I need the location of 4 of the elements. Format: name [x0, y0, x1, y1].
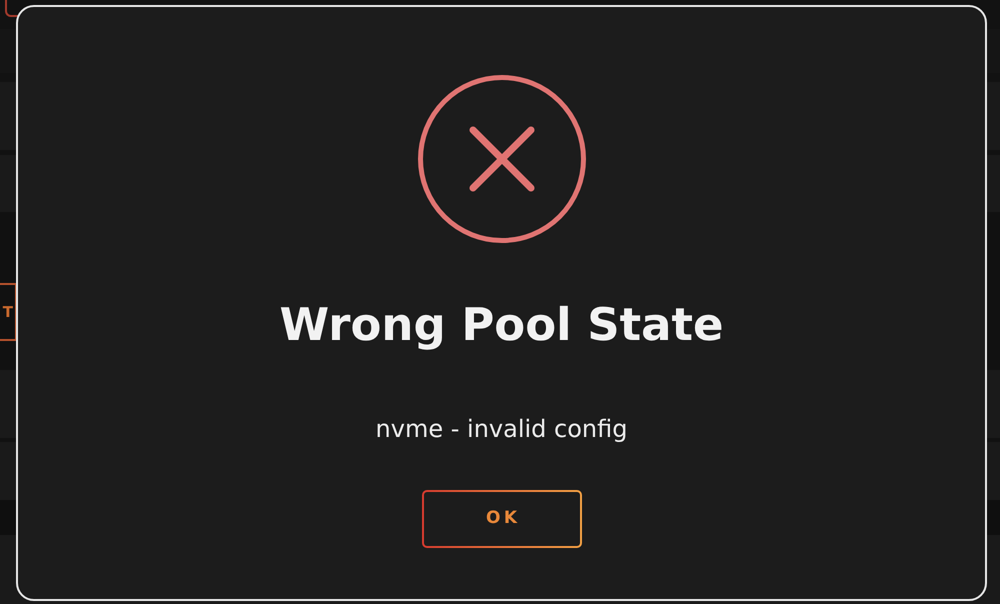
dialog-message: nvme - invalid config [376, 414, 628, 444]
x-circle-icon [418, 75, 586, 243]
ok-button[interactable]: OK [422, 490, 582, 548]
dialog-title: Wrong Pool State [279, 298, 724, 352]
